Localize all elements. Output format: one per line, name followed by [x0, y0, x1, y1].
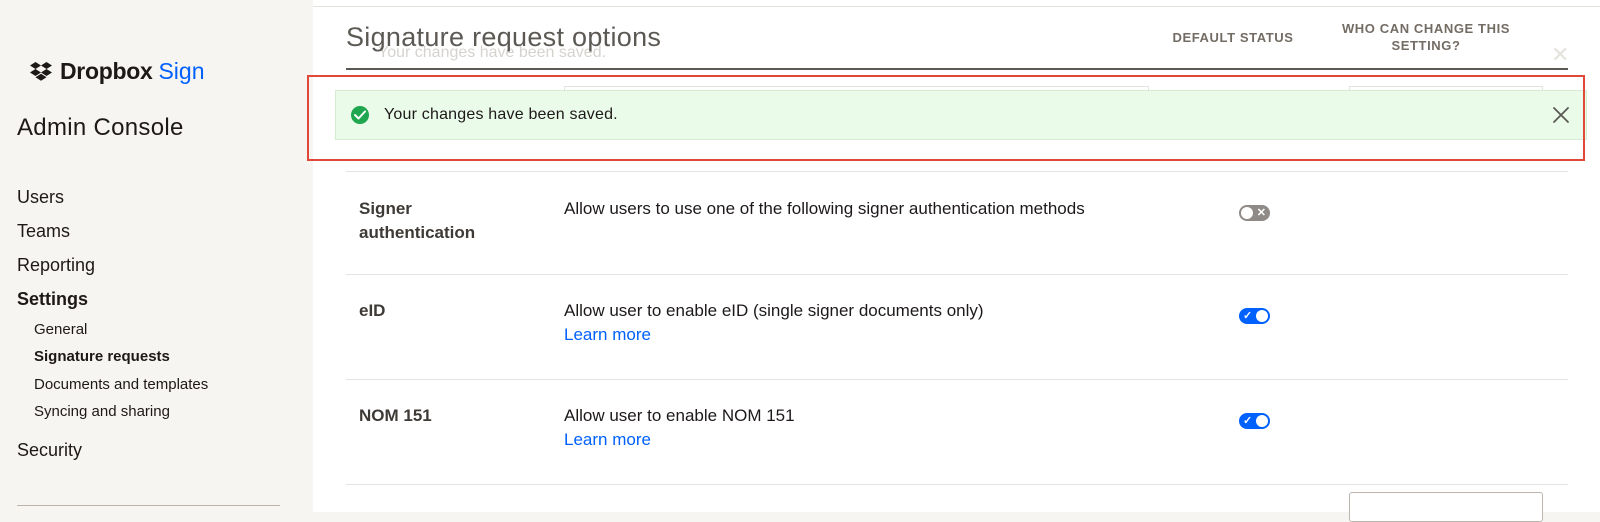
- row-description-text: Allow user to enable eID (single signer …: [564, 301, 984, 320]
- subnav-item-signature-requests[interactable]: Signature requests: [34, 348, 170, 365]
- column-header-who-can-change: WHO CAN CHANGE THIS SETTING?: [1341, 21, 1511, 53]
- row-divider: [346, 484, 1568, 485]
- toggle-knob: [1256, 415, 1268, 427]
- toggle-knob: [1241, 207, 1253, 219]
- logo-brand-text: Dropbox: [60, 58, 153, 84]
- learn-more-link-eid[interactable]: Learn more: [564, 323, 984, 347]
- row-description-text: Allow user to enable NOM 151: [564, 406, 795, 425]
- row-divider: [346, 274, 1568, 275]
- column-header-default-status: DEFAULT STATUS: [1172, 30, 1294, 45]
- highlight-annotation-box: [307, 75, 1585, 161]
- toggle-knob: [1256, 310, 1268, 322]
- subnav-item-documents-templates[interactable]: Documents and templates: [34, 376, 208, 393]
- learn-more-link-nom-151[interactable]: Learn more: [564, 428, 795, 452]
- subnav-item-general[interactable]: General: [34, 321, 87, 338]
- row-label-eid: eID: [359, 301, 386, 320]
- nav-item-reporting[interactable]: Reporting: [17, 255, 95, 276]
- check-icon: ✓: [1243, 310, 1253, 322]
- console-title: Admin Console: [17, 114, 184, 141]
- subnav-item-syncing-sharing[interactable]: Syncing and sharing: [34, 403, 170, 420]
- sidebar: Dropbox Sign Admin Console Users Teams R…: [0, 0, 313, 512]
- nav-item-settings[interactable]: Settings: [17, 289, 88, 310]
- row-divider: [346, 171, 1568, 172]
- row-description-text: Allow users to use one of the following …: [564, 199, 1085, 218]
- nav-item-users[interactable]: Users: [17, 187, 64, 208]
- row-description: Allow user to enable eID (single signer …: [564, 299, 984, 347]
- row-description: Allow users to use one of the following …: [564, 197, 1085, 221]
- row-label-nom-151: NOM 151: [359, 406, 432, 425]
- nav-item-teams[interactable]: Teams: [17, 221, 70, 242]
- dropbox-sign-logo[interactable]: Dropbox Sign: [30, 58, 205, 85]
- nav-item-security[interactable]: Security: [17, 440, 82, 461]
- sidebar-divider: [17, 505, 280, 506]
- page-title: Signature request options: [346, 22, 662, 52]
- who-can-change-select[interactable]: [1349, 492, 1543, 522]
- row-description: Allow user to enable NOM 151 Learn more: [564, 404, 795, 452]
- toggle-eid[interactable]: ✓: [1239, 308, 1270, 324]
- x-icon: ✕: [1256, 207, 1266, 219]
- top-divider: [313, 6, 1600, 7]
- dropbox-icon: [30, 61, 52, 81]
- main-content: Your changes have been saved. ✕ Signatur…: [307, 0, 1600, 522]
- toggle-signer-authentication[interactable]: ✕: [1239, 205, 1270, 221]
- ghost-close-icon: ✕: [1551, 42, 1570, 67]
- header-divider: [346, 68, 1568, 70]
- row-label-signer-authentication: Signer authentication: [359, 199, 476, 242]
- row-divider: [346, 379, 1568, 380]
- toggle-nom-151[interactable]: ✓: [1239, 413, 1270, 429]
- logo-product-text: Sign: [158, 58, 205, 84]
- check-icon: ✓: [1243, 415, 1253, 427]
